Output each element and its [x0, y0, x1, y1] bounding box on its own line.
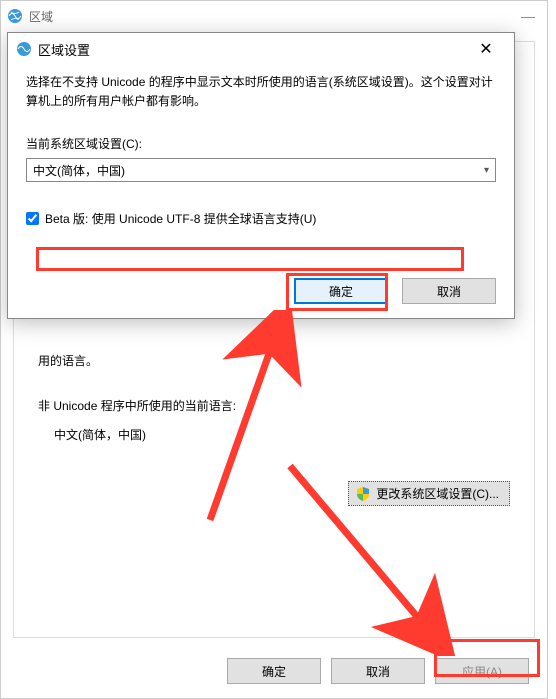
dialog-description: 选择在不支持 Unicode 的程序中显示文本时所使用的语言(系统区域设置)。这… [26, 73, 496, 111]
dialog-footer: 确定 取消 [294, 278, 496, 304]
non-unicode-label: 非 Unicode 程序中所使用的当前语言: [38, 397, 518, 414]
locale-dropdown-value: 中文(简体，中国) [33, 162, 484, 179]
minimize-icon[interactable]: — [515, 8, 541, 24]
dialog-cancel-button[interactable]: 取消 [402, 278, 496, 304]
locale-settings-dialog: 区域设置 ✕ 选择在不支持 Unicode 的程序中显示文本时所使用的语言(系统… [7, 32, 515, 319]
beta-utf8-label: Beta 版: 使用 Unicode UTF-8 提供全球语言支持(U) [45, 210, 316, 227]
region-apply-button[interactable]: 应用(A) [435, 658, 529, 684]
close-icon[interactable]: ✕ [466, 39, 506, 59]
dialog-ok-button[interactable]: 确定 [294, 278, 388, 304]
locale-label: 当前系统区域设置(C): [26, 135, 496, 152]
locale-dropdown[interactable]: 中文(简体，中国) ▾ [26, 158, 496, 182]
uac-shield-icon [355, 486, 371, 502]
current-locale-value: 中文(简体，中国) [54, 426, 518, 443]
change-locale-button[interactable]: 更改系统区域设置(C)... [348, 481, 510, 506]
lang-fragment: 用的语言。 [38, 352, 518, 369]
globe-icon [16, 41, 32, 57]
beta-utf8-row[interactable]: Beta 版: 使用 Unicode UTF-8 提供全球语言支持(U) [26, 210, 496, 227]
dialog-titlebar: 区域设置 ✕ [8, 33, 514, 65]
globe-icon [7, 8, 23, 24]
beta-utf8-checkbox[interactable] [26, 212, 39, 225]
admin-tab-content: 用的语言。 非 Unicode 程序中所使用的当前语言: 中文(简体，中国) 更… [30, 352, 518, 506]
region-titlebar: 区域 — [1, 1, 547, 31]
change-locale-label: 更改系统区域设置(C)... [376, 485, 499, 502]
dialog-title: 区域设置 [38, 40, 90, 59]
dialog-body: 选择在不支持 Unicode 的程序中显示文本时所使用的语言(系统区域设置)。这… [8, 65, 514, 241]
region-footer: 确定 取消 应用(A) [227, 658, 529, 684]
chevron-down-icon: ▾ [484, 165, 489, 176]
region-cancel-button[interactable]: 取消 [331, 658, 425, 684]
region-ok-button[interactable]: 确定 [227, 658, 321, 684]
region-title: 区域 [29, 8, 53, 25]
